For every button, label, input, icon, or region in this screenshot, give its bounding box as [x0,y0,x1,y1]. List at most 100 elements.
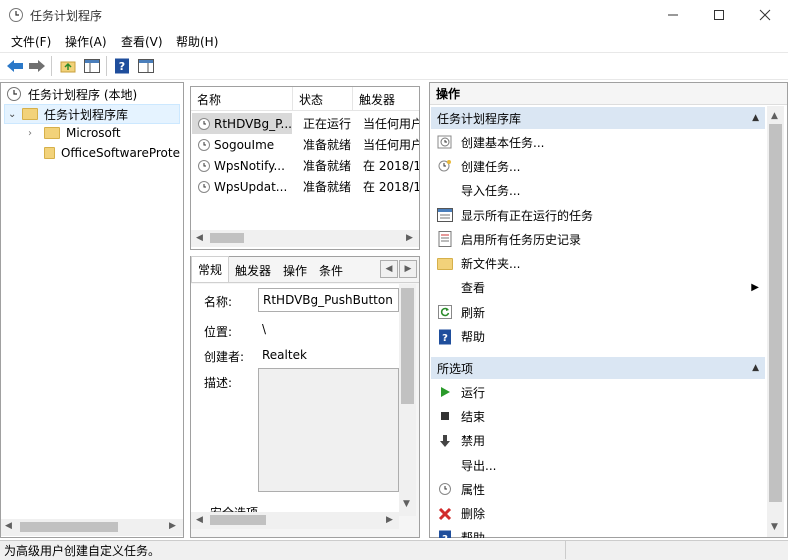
action-properties[interactable]: 属性 [431,477,765,501]
action-show-running-tasks[interactable]: 显示所有正在运行的任务 [431,203,765,227]
table-row[interactable]: WpsNotify... 准备就绪 在 2018/10 [191,155,419,176]
section-selected-item[interactable]: 所选项 ▲ [431,357,765,379]
column-header-trigger[interactable]: 触发器 [353,87,419,111]
scroll-down-icon[interactable]: ▼ [403,499,410,509]
library-actions-list: 创建基本任务... 创建任务... 导入任务... 显示所有正在运行的任务 启用… [431,130,765,349]
menu-action[interactable]: 操作(A) [65,33,107,50]
scroll-thumb[interactable] [210,233,244,243]
collapsed-chevron-icon[interactable]: › [28,128,44,139]
scroll-left-icon[interactable]: ◀ [5,521,12,531]
close-icon [759,9,771,21]
task-name-field[interactable]: RtHDVBg_PushButton [258,288,399,312]
scroll-thumb[interactable] [20,522,118,532]
back-button[interactable] [5,56,25,76]
table-row[interactable]: SogouIme 准备就绪 当任何用户 [191,134,419,155]
action-disable[interactable]: 禁用 [431,429,765,453]
scroll-thumb[interactable] [401,288,414,404]
table-row[interactable]: WpsUpdat... 准备就绪 在 2018/10 [191,176,419,197]
scroll-left-icon[interactable]: ◀ [196,233,203,243]
basic-task-icon [437,134,453,150]
table-row[interactable]: RtHDVBg_P... 正在运行 当任何用户 [191,113,419,134]
collapse-up-icon[interactable]: ▲ [752,113,759,123]
svg-text:?: ? [119,60,125,73]
action-new-folder[interactable]: 新文件夹... [431,251,765,275]
scroll-right-icon[interactable]: ▶ [386,515,393,525]
tree-library[interactable]: ⌄ 任务计划程序库 [8,104,128,124]
scroll-down-icon[interactable]: ▼ [771,522,778,532]
show-hide-action-pane-button[interactable] [136,56,156,76]
tree-item-label: Microsoft [66,126,121,140]
name-label: 名称: [204,295,233,309]
scroll-thumb[interactable] [769,124,782,502]
tab-scroll-left-button[interactable]: ◀ [380,260,398,278]
action-create-task[interactable]: 创建任务... [431,154,765,178]
menu-file[interactable]: 文件(F) [11,33,51,50]
action-enable-history[interactable]: 启用所有任务历史记录 [431,227,765,251]
tree-item-office[interactable]: OfficeSoftwareProte [44,143,180,163]
action-create-basic-task[interactable]: 创建基本任务... [431,130,765,154]
action-label: 新文件夹... [461,257,521,272]
tree-root-label: 任务计划程序 (本地) [28,87,138,102]
minimize-icon [668,14,678,16]
toolbar-separator [51,56,52,76]
collapse-up-icon[interactable]: ▲ [752,363,759,373]
tab-conditions[interactable]: 条件 [313,258,349,282]
tab-actions[interactable]: 操作 [277,258,313,282]
task-name: WpsNotify... [214,158,285,173]
close-button[interactable] [742,0,788,30]
action-export[interactable]: 导出... [431,453,765,477]
description-field[interactable] [258,368,399,492]
column-header-status[interactable]: 状态 [293,87,353,111]
action-run[interactable]: 运行 [431,380,765,404]
column-header-name[interactable]: 名称 [191,87,293,111]
task-trigger: 在 2018/10 [363,159,419,173]
right-arrow-icon: ▶ [404,264,412,274]
tab-scroll-right-button[interactable]: ▶ [399,260,417,278]
menu-view[interactable]: 查看(V) [121,33,163,50]
forward-button[interactable] [27,56,47,76]
task-status: 正在运行 [303,117,352,131]
task-trigger: 当任何用户 [363,138,419,152]
location-value: \ [262,322,267,336]
action-help[interactable]: ? 帮助 [431,324,765,348]
action-delete[interactable]: 删除 [431,501,765,525]
status-text: 为高级用户创建自定义任务。 [4,544,161,558]
tab-general[interactable]: 常规 [191,256,230,282]
show-hide-tree-button[interactable] [82,56,102,76]
action-label: 属性 [461,482,486,497]
help-button[interactable]: ? [112,56,132,76]
folder-up-icon [60,61,76,73]
action-end[interactable]: 结束 [431,404,765,428]
help-book-icon: ? [115,58,129,74]
minimize-button[interactable] [650,0,696,30]
tree-root[interactable]: 任务计划程序 (本地) [6,84,137,104]
scroll-left-icon[interactable]: ◀ [196,515,203,525]
tree-item-microsoft[interactable]: › Microsoft [28,123,121,143]
create-task-icon [437,158,453,174]
task-status: 准备就绪 [303,138,352,152]
action-label: 创建基本任务... [461,135,545,150]
svg-text:?: ? [442,534,448,538]
action-import-task[interactable]: 导入任务... [431,179,765,203]
help-book-icon: ? [437,530,453,538]
menu-help[interactable]: 帮助(H) [176,33,218,50]
up-folder-button[interactable] [58,56,78,76]
location-label: 位置: [204,325,233,339]
action-label: 导入任务... [461,184,521,199]
scroll-up-icon[interactable]: ▲ [771,111,778,121]
properties-clock-icon [437,481,453,497]
maximize-button[interactable] [696,0,742,30]
task-clock-icon [198,159,210,172]
scroll-right-icon[interactable]: ▶ [406,233,413,243]
scroll-thumb[interactable] [210,515,266,525]
tab-triggers[interactable]: 触发器 [229,258,277,282]
task-clock-icon [198,180,210,193]
import-blank-icon [437,183,453,199]
action-help[interactable]: ? 帮助 [431,526,765,538]
action-view[interactable]: 查看 ▶ [431,276,765,300]
action-refresh[interactable]: 刷新 [431,300,765,324]
clock-icon [7,87,21,101]
scroll-right-icon[interactable]: ▶ [169,521,176,531]
section-task-library[interactable]: 任务计划程序库 ▲ [431,107,765,129]
expanded-chevron-icon[interactable]: ⌄ [8,109,22,120]
